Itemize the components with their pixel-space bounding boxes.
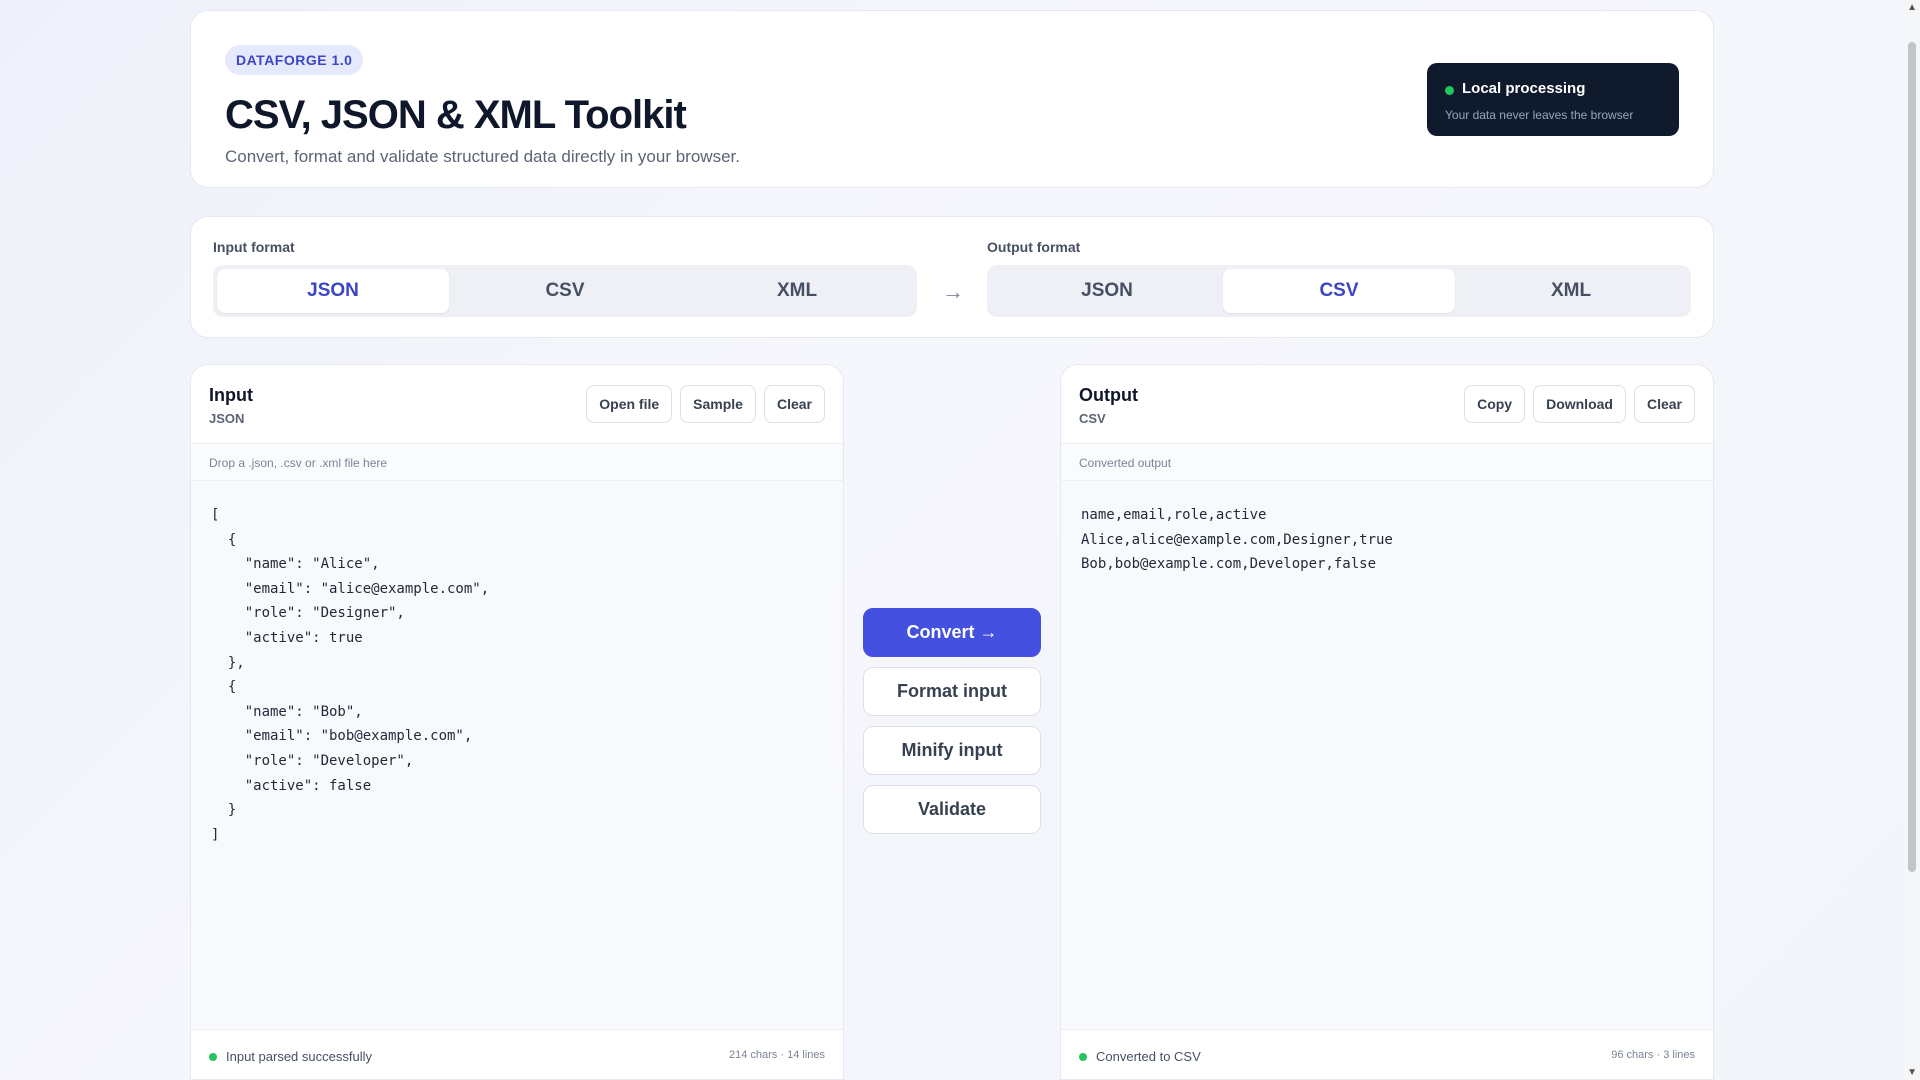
status-dot-icon [1079,1053,1087,1061]
output-status-text: Converted to CSV [1096,1049,1201,1064]
output-stats: 96 chars · 3 lines [1611,1049,1695,1061]
output-panel-title: Output [1079,385,1138,405]
minify-input-button[interactable]: Minify input [863,726,1041,775]
page-title: CSV, JSON & XML Toolkit [225,93,687,137]
output-panel: Output CSV Copy Download Clear Converted… [1060,364,1714,1080]
input-panel: Input JSON Open file Sample Clear Drop a… [190,364,844,1080]
scroll-up-icon[interactable]: ▲ [1907,2,1917,13]
input-format-json[interactable]: JSON [217,269,449,313]
scroll-down-icon[interactable]: ▼ [1907,1067,1917,1078]
scrollbar-thumb[interactable] [1908,42,1916,872]
page-scrollbar[interactable]: ▲ ▼ [1904,0,1920,1080]
drop-zone-hint: Drop a .json, .csv or .xml file here [209,456,388,470]
input-format-label: Input format [213,239,295,255]
format-selector-card: Input format JSON CSV XML → Output forma… [190,216,1714,338]
output-panel-format: CSV [1079,411,1106,426]
input-format-xml[interactable]: XML [681,269,913,313]
input-stats: 214 chars · 14 lines [729,1049,825,1061]
open-file-button[interactable]: Open file [586,385,673,423]
output-hint-bar: Converted output [1061,443,1713,481]
output-editor[interactable]: name,email,role,active Alice,alice@examp… [1061,481,1713,1029]
input-panel-format: JSON [209,411,245,426]
input-panel-title: Input [209,385,253,405]
right-arrow-icon: → [942,279,964,304]
clear-output-button[interactable]: Clear [1633,385,1695,423]
convert-button[interactable]: Convert → [863,608,1041,657]
output-panel-actions: Copy Download Clear [1464,385,1695,423]
format-input-button[interactable]: Format input [863,667,1041,716]
version-badge: DATAFORGE 1.0 [225,45,364,75]
copy-button[interactable]: Copy [1464,385,1526,423]
output-format-csv[interactable]: CSV [1223,269,1455,313]
center-actions: Convert → Format input Minify input Vali… [863,608,1041,834]
drop-zone[interactable]: Drop a .json, .csv or .xml file here [191,443,843,481]
input-panel-actions: Open file Sample Clear [586,385,825,423]
status-dot-icon [1445,86,1454,95]
output-format-xml[interactable]: XML [1455,269,1687,313]
header-card: DATAFORGE 1.0 CSV, JSON & XML Toolkit Co… [190,10,1714,188]
local-processing-subtitle: Your data never leaves the browser [1445,108,1634,122]
output-format-json[interactable]: JSON [991,269,1223,313]
output-format-selector: JSON CSV XML [987,265,1691,317]
output-format-label: Output format [987,239,1081,255]
input-status-text: Input parsed successfully [226,1049,372,1064]
sample-button[interactable]: Sample [680,385,756,423]
input-format-csv[interactable]: CSV [449,269,681,313]
input-format-selector: JSON CSV XML [213,265,917,317]
input-panel-footer: Input parsed successfully 214 chars · 14… [191,1029,843,1079]
validate-button[interactable]: Validate [863,785,1041,834]
download-button[interactable]: Download [1533,385,1626,423]
clear-input-button[interactable]: Clear [763,385,825,423]
page-subtitle: Convert, format and validate structured … [225,147,740,166]
output-panel-footer: Converted to CSV 96 chars · 3 lines [1061,1029,1713,1079]
output-hint: Converted output [1079,456,1172,470]
local-processing-title: Local processing [1462,80,1586,97]
status-dot-icon [209,1053,217,1061]
input-editor[interactable]: [ { "name": "Alice", "email": "alice@exa… [191,481,843,1029]
local-processing-box: Local processing Your data never leaves … [1427,63,1679,136]
